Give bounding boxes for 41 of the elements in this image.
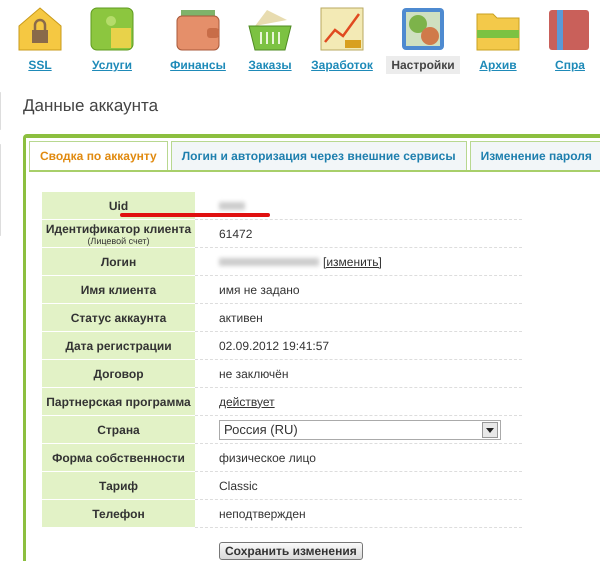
field-label: Страна xyxy=(97,422,140,436)
field-label: Логин xyxy=(100,254,136,268)
page-title: Данные аккаунта xyxy=(23,96,160,116)
field-label: Имя клиента xyxy=(80,282,156,296)
value-link[interactable]: действует xyxy=(219,394,275,408)
field-value: 61472 xyxy=(219,226,252,240)
nav-link[interactable]: Заказы xyxy=(243,56,297,74)
tab[interactable]: Изменение пароля xyxy=(470,141,600,170)
nav-link[interactable]: Заработок xyxy=(306,56,378,74)
field-label: Uid xyxy=(108,198,128,212)
field-label: Идентификатор клиента xyxy=(46,222,192,236)
nav-link[interactable]: Архив xyxy=(474,56,522,74)
nav-link[interactable]: Спра xyxy=(550,56,590,74)
change-link[interactable]: [изменить] xyxy=(323,254,382,268)
country-select[interactable]: Россия (RU) xyxy=(219,420,501,440)
tab[interactable]: Логин и авторизация через внешние сервисы xyxy=(170,141,467,170)
save-button[interactable]: Сохранить изменения xyxy=(219,542,363,560)
nav-link[interactable]: SSL xyxy=(23,56,57,74)
field-label: Телефон xyxy=(92,506,145,520)
field-label: Тариф xyxy=(99,478,138,492)
field-value: не заключён xyxy=(219,366,288,380)
field-label: Договор xyxy=(93,366,144,380)
field-value: имя не задано xyxy=(219,282,300,296)
field-sublabel: (Лицевой счет) xyxy=(87,236,150,246)
puzzle-icon[interactable] xyxy=(89,6,135,52)
blurred-value xyxy=(219,202,245,210)
field-value: физическое лицо xyxy=(219,450,316,464)
field-label: Статус аккаунта xyxy=(70,310,166,324)
field-label: Дата регистрации xyxy=(65,338,172,352)
field-label: Форма собственности xyxy=(52,450,185,464)
field-value: активен xyxy=(219,310,263,324)
nav-link[interactable]: Услуги xyxy=(87,56,137,74)
tab[interactable]: Сводка по аккаунту xyxy=(29,141,168,170)
field-label: Партнерская программа xyxy=(46,394,191,408)
chart-icon[interactable] xyxy=(319,6,365,52)
field-value: 02.09.2012 19:41:57 xyxy=(219,338,330,352)
field-value: неподтвержден xyxy=(219,506,306,520)
lock-tag-icon[interactable] xyxy=(17,6,63,52)
nav-link[interactable]: Настройки xyxy=(386,56,460,74)
nav-link[interactable]: Финансы xyxy=(165,56,231,74)
field-value: Classic xyxy=(219,478,258,492)
